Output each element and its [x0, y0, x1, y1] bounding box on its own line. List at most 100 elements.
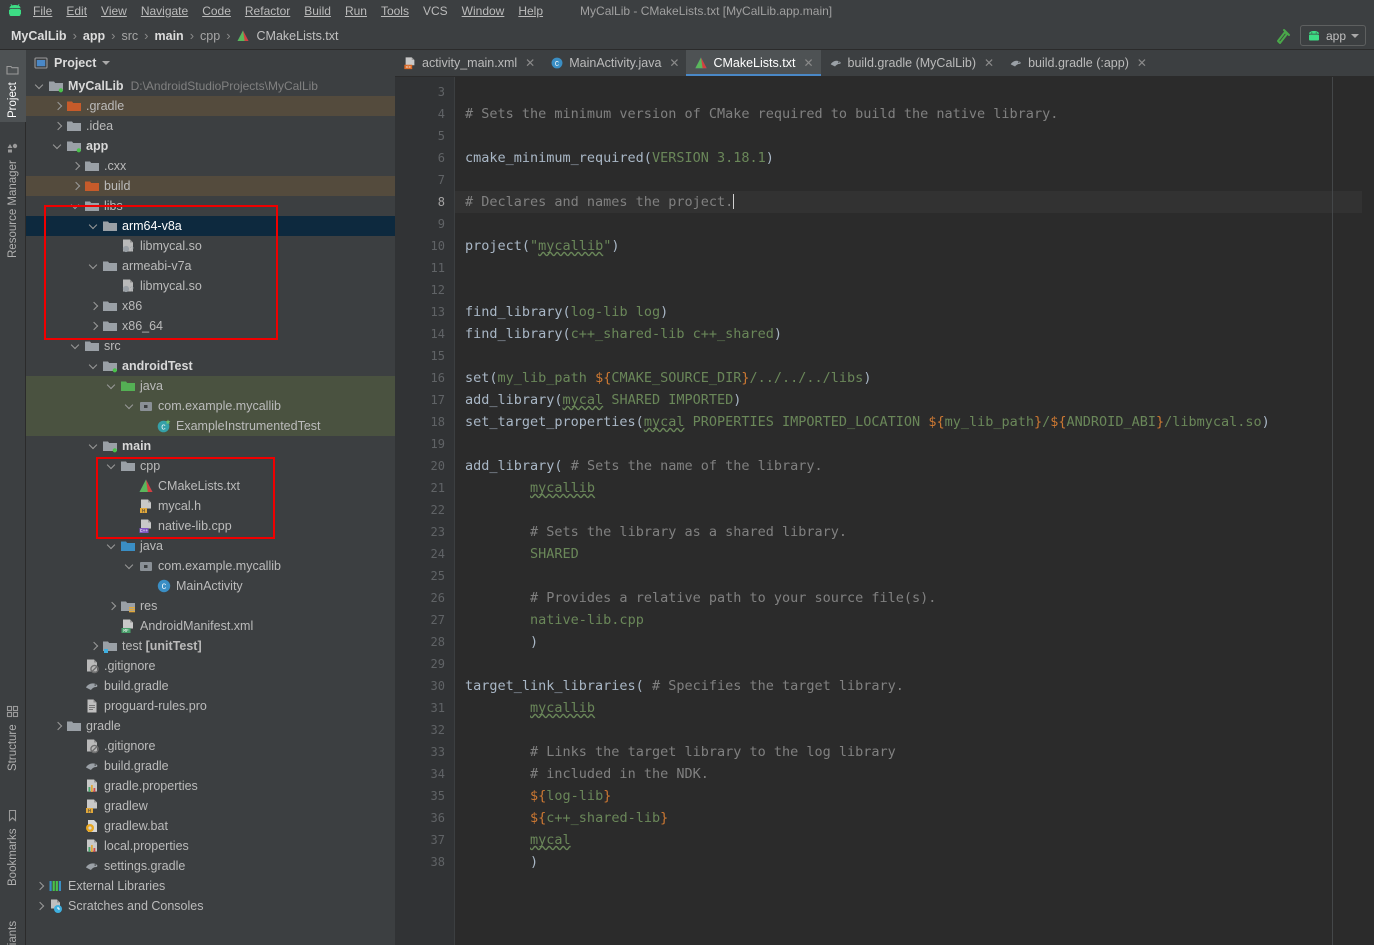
- tree-row-libs[interactable]: libs: [26, 196, 395, 216]
- tree-row-gradlew-bat[interactable]: gradlew.bat: [26, 816, 395, 836]
- code-line[interactable]: # Links the target library to the log li…: [455, 741, 1374, 763]
- editor-tab-activity-main-xml[interactable]: <> activity_main.xml ✕: [395, 50, 542, 76]
- code-line[interactable]: [455, 279, 1374, 301]
- close-icon[interactable]: ✕: [984, 56, 994, 70]
- tree-row-app[interactable]: app: [26, 136, 395, 156]
- chevron-right-icon[interactable]: [70, 180, 82, 192]
- chevron-down-icon[interactable]: [102, 61, 111, 65]
- code-line[interactable]: [455, 565, 1374, 587]
- sidebar-item-structure[interactable]: Structure: [0, 670, 26, 775]
- breadcrumb-item-app[interactable]: app: [80, 29, 108, 43]
- code-line[interactable]: [455, 213, 1374, 235]
- code-line[interactable]: [455, 81, 1374, 103]
- chevron-down-icon[interactable]: [124, 560, 136, 572]
- tree-row-local-properties[interactable]: local.properties: [26, 836, 395, 856]
- chevron-down-icon[interactable]: [106, 380, 118, 392]
- code-line[interactable]: ): [455, 851, 1374, 873]
- menu-code[interactable]: Code: [195, 0, 238, 22]
- code-line[interactable]: add_library(mycal SHARED IMPORTED): [455, 389, 1374, 411]
- code-line[interactable]: [455, 653, 1374, 675]
- code-line[interactable]: project("mycallib"): [455, 235, 1374, 257]
- chevron-down-icon[interactable]: [106, 460, 118, 472]
- tree-row-arm64-v8a[interactable]: arm64-v8a: [26, 216, 395, 236]
- close-icon[interactable]: ✕: [803, 56, 813, 70]
- chevron-down-icon[interactable]: [106, 540, 118, 552]
- chevron-right-icon[interactable]: [106, 600, 118, 612]
- tree-row-com-example-mycallib[interactable]: com.example.mycallib: [26, 396, 395, 416]
- code-line[interactable]: # Declares and names the project.: [455, 191, 1374, 213]
- code-line[interactable]: [455, 499, 1374, 521]
- tree-row-test-unittest[interactable]: test [unitTest]: [26, 636, 395, 656]
- code-line[interactable]: [455, 719, 1374, 741]
- code-line[interactable]: SHARED: [455, 543, 1374, 565]
- code-line[interactable]: # Sets the library as a shared library.: [455, 521, 1374, 543]
- code-line[interactable]: # included in the NDK.: [455, 763, 1374, 785]
- tree-row-res[interactable]: res: [26, 596, 395, 616]
- code-line[interactable]: [455, 345, 1374, 367]
- menu-window[interactable]: Window: [455, 0, 512, 22]
- code-line[interactable]: # Provides a relative path to your sourc…: [455, 587, 1374, 609]
- editor-tab-build-gradle-app[interactable]: build.gradle (:app) ✕: [1001, 50, 1154, 76]
- code-line[interactable]: ${c++_shared-lib}: [455, 807, 1374, 829]
- tree-row-mycal-h[interactable]: Hmycal.h: [26, 496, 395, 516]
- tree-row-cpp[interactable]: cpp: [26, 456, 395, 476]
- sidebar-item-project[interactable]: Project: [0, 50, 26, 122]
- tree-row-java[interactable]: java: [26, 376, 395, 396]
- tree-row-main[interactable]: main: [26, 436, 395, 456]
- tree-row-armeabi-v7a[interactable]: armeabi-v7a: [26, 256, 395, 276]
- tree-row-gitignore[interactable]: .gitignore: [26, 656, 395, 676]
- breadcrumb-item-cpp[interactable]: cpp: [197, 29, 223, 43]
- menu-help[interactable]: Help: [511, 0, 550, 22]
- code-line[interactable]: [455, 169, 1374, 191]
- code-line[interactable]: ): [455, 631, 1374, 653]
- chevron-down-icon[interactable]: [88, 260, 100, 272]
- code-line[interactable]: set_target_properties(mycal PROPERTIES I…: [455, 411, 1374, 433]
- tree-row-x86-64[interactable]: x86_64: [26, 316, 395, 336]
- tree-row-libmycal-so[interactable]: ? libmycal.so: [26, 276, 395, 296]
- tree-row-gitignore[interactable]: .gitignore: [26, 736, 395, 756]
- code-line[interactable]: target_link_libraries( # Specifies the t…: [455, 675, 1374, 697]
- chevron-right-icon[interactable]: [34, 880, 46, 892]
- breadcrumb-item-src[interactable]: src: [118, 29, 141, 43]
- breadcrumb-item-file[interactable]: CMakeLists.txt: [254, 29, 342, 43]
- breadcrumb-item-main[interactable]: main: [152, 29, 187, 43]
- editor-tab-build-gradle-mycallib[interactable]: build.gradle (MyCalLib) ✕: [821, 50, 1002, 76]
- menu-navigate[interactable]: Navigate: [134, 0, 195, 22]
- tree-row-cxx[interactable]: .cxx: [26, 156, 395, 176]
- menu-edit[interactable]: Edit: [59, 0, 94, 22]
- chevron-right-icon[interactable]: [34, 900, 46, 912]
- tree-row-gradlew[interactable]: Hgradlew: [26, 796, 395, 816]
- tree-row-androidmanifest-xml[interactable]: MF AndroidManifest.xml: [26, 616, 395, 636]
- tree-row-x86[interactable]: x86: [26, 296, 395, 316]
- tree-row-gradle[interactable]: gradle: [26, 716, 395, 736]
- tree-row-java[interactable]: java: [26, 536, 395, 556]
- tree-row-idea[interactable]: .idea: [26, 116, 395, 136]
- project-tree[interactable]: MyCalLib D:\AndroidStudioProjects\MyCalLi…: [26, 76, 395, 916]
- chevron-right-icon[interactable]: [88, 320, 100, 332]
- code-editor[interactable]: 3 4 5 6 7 8 9 10 11 12 13 14 15 16 17 18 19 20 21 22 23 24 25 2…: [395, 77, 1374, 945]
- chevron-right-icon[interactable]: [52, 120, 64, 132]
- breadcrumb-item-project[interactable]: MyCalLib: [8, 29, 70, 43]
- tree-row-native-lib-cpp[interactable]: C++ native-lib.cpp: [26, 516, 395, 536]
- chevron-down-icon[interactable]: [88, 360, 100, 372]
- menu-build[interactable]: Build: [297, 0, 338, 22]
- run-configuration-selector[interactable]: app: [1299, 25, 1366, 46]
- code-line[interactable]: add_library( # Sets the name of the libr…: [455, 455, 1374, 477]
- code-line[interactable]: ${log-lib}: [455, 785, 1374, 807]
- chevron-down-icon[interactable]: [70, 340, 82, 352]
- menu-refactor[interactable]: Refactor: [238, 0, 297, 22]
- sidebar-item-build-variants[interactable]: Build Variants: [0, 895, 26, 945]
- tree-row-build[interactable]: build: [26, 176, 395, 196]
- tree-row-gradle-properties[interactable]: gradle.properties: [26, 776, 395, 796]
- tree-row-build-gradle[interactable]: build.gradle: [26, 676, 395, 696]
- code-line[interactable]: find_library(c++_shared-lib c++_shared): [455, 323, 1374, 345]
- tree-row-build-gradle[interactable]: build.gradle: [26, 756, 395, 776]
- code-line[interactable]: find_library(log-lib log): [455, 301, 1374, 323]
- menu-vcs[interactable]: VCS: [416, 0, 455, 22]
- chevron-down-icon[interactable]: [52, 140, 64, 152]
- menu-view[interactable]: View: [94, 0, 134, 22]
- editor-scrollbar[interactable]: [1362, 77, 1374, 945]
- chevron-down-icon[interactable]: [88, 440, 100, 452]
- code-line[interactable]: [455, 433, 1374, 455]
- code-line[interactable]: # Sets the minimum version of CMake requ…: [455, 103, 1374, 125]
